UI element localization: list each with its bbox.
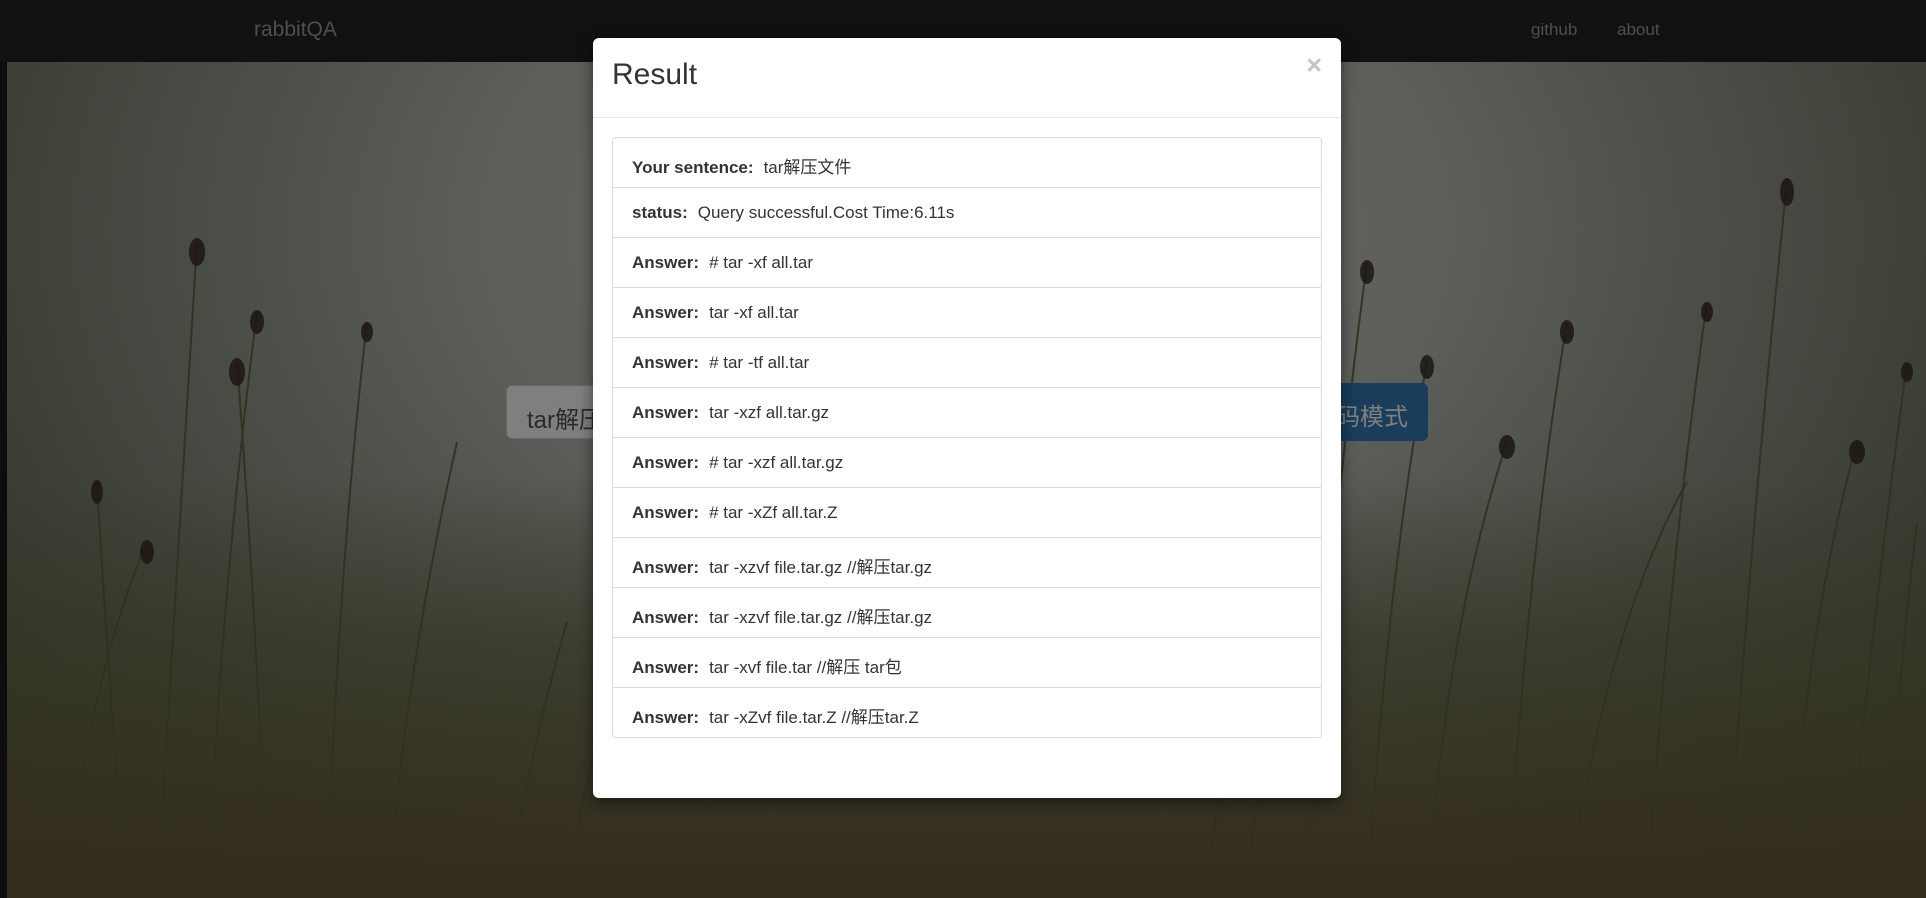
answer-label: Answer:: [632, 303, 700, 322]
status-value: Query successful.Cost Time:6.11s: [697, 203, 955, 222]
sentence-label: Your sentence:: [632, 158, 754, 177]
answer-label: Answer:: [632, 453, 700, 472]
result-list: Your sentence: tar解压文件 status: Query succe…: [612, 137, 1322, 738]
close-icon[interactable]: ×: [1306, 52, 1322, 79]
answer-label: Answer:: [632, 403, 700, 422]
answer-value: # tar -xf all.tar: [709, 253, 813, 272]
answer-label: Answer:: [632, 558, 700, 577]
result-modal: Result × Your sentence: tar解压文件 status: Qu…: [593, 38, 1341, 798]
list-item-answer: Answer: tar -xf all.tar: [612, 287, 1322, 338]
list-item-answer: Answer: # tar -xZf all.tar.Z: [612, 487, 1322, 538]
answer-value: # tar -xzf all.tar.gz: [709, 453, 844, 472]
answer-label: Answer:: [632, 608, 700, 627]
list-item-answer: Answer: tar -xZvf file.tar.Z //解压tar.Z: [612, 687, 1322, 738]
answer-label: Answer:: [632, 708, 700, 727]
answer-label: Answer:: [632, 353, 700, 372]
status-label: status:: [632, 203, 688, 222]
list-item-answer: Answer: tar -xzf all.tar.gz: [612, 387, 1322, 438]
answer-value: # tar -tf all.tar: [709, 353, 810, 372]
sentence-value: tar解压文件: [763, 158, 852, 177]
page: rabbitQA github about tar解压文件 代码模式 Resul…: [0, 0, 1926, 898]
answer-value: tar -xzf all.tar.gz: [709, 403, 830, 422]
modal-title: Result: [612, 58, 698, 91]
answer-value: tar -xzvf file.tar.gz //解压tar.gz: [709, 558, 933, 577]
list-item-answer: Answer: # tar -xf all.tar: [612, 237, 1322, 288]
answer-label: Answer:: [632, 253, 700, 272]
answer-value: tar -xzvf file.tar.gz //解压tar.gz: [709, 608, 933, 627]
answer-label: Answer:: [632, 503, 700, 522]
list-item-answer: Answer: tar -xzvf file.tar.gz //解压tar.gz: [612, 537, 1322, 588]
list-item-answer: Answer: # tar -xzf all.tar.gz: [612, 437, 1322, 488]
answer-value: # tar -xZf all.tar.Z: [709, 503, 838, 522]
list-item-sentence: Your sentence: tar解压文件: [612, 137, 1322, 188]
list-item-answer: Answer: tar -xzvf file.tar.gz //解压tar.gz: [612, 587, 1322, 638]
answer-value: tar -xvf file.tar //解压 tar包: [709, 658, 902, 677]
list-item-answer: Answer: tar -xvf file.tar //解压 tar包: [612, 637, 1322, 688]
modal-header: Result ×: [593, 38, 1341, 118]
list-item-answer: Answer: # tar -tf all.tar: [612, 337, 1322, 388]
answer-value: tar -xf all.tar: [709, 303, 799, 322]
answer-label: Answer:: [632, 658, 700, 677]
answer-value: tar -xZvf file.tar.Z //解压tar.Z: [709, 708, 919, 727]
list-item-status: status: Query successful.Cost Time:6.11s: [612, 187, 1322, 238]
